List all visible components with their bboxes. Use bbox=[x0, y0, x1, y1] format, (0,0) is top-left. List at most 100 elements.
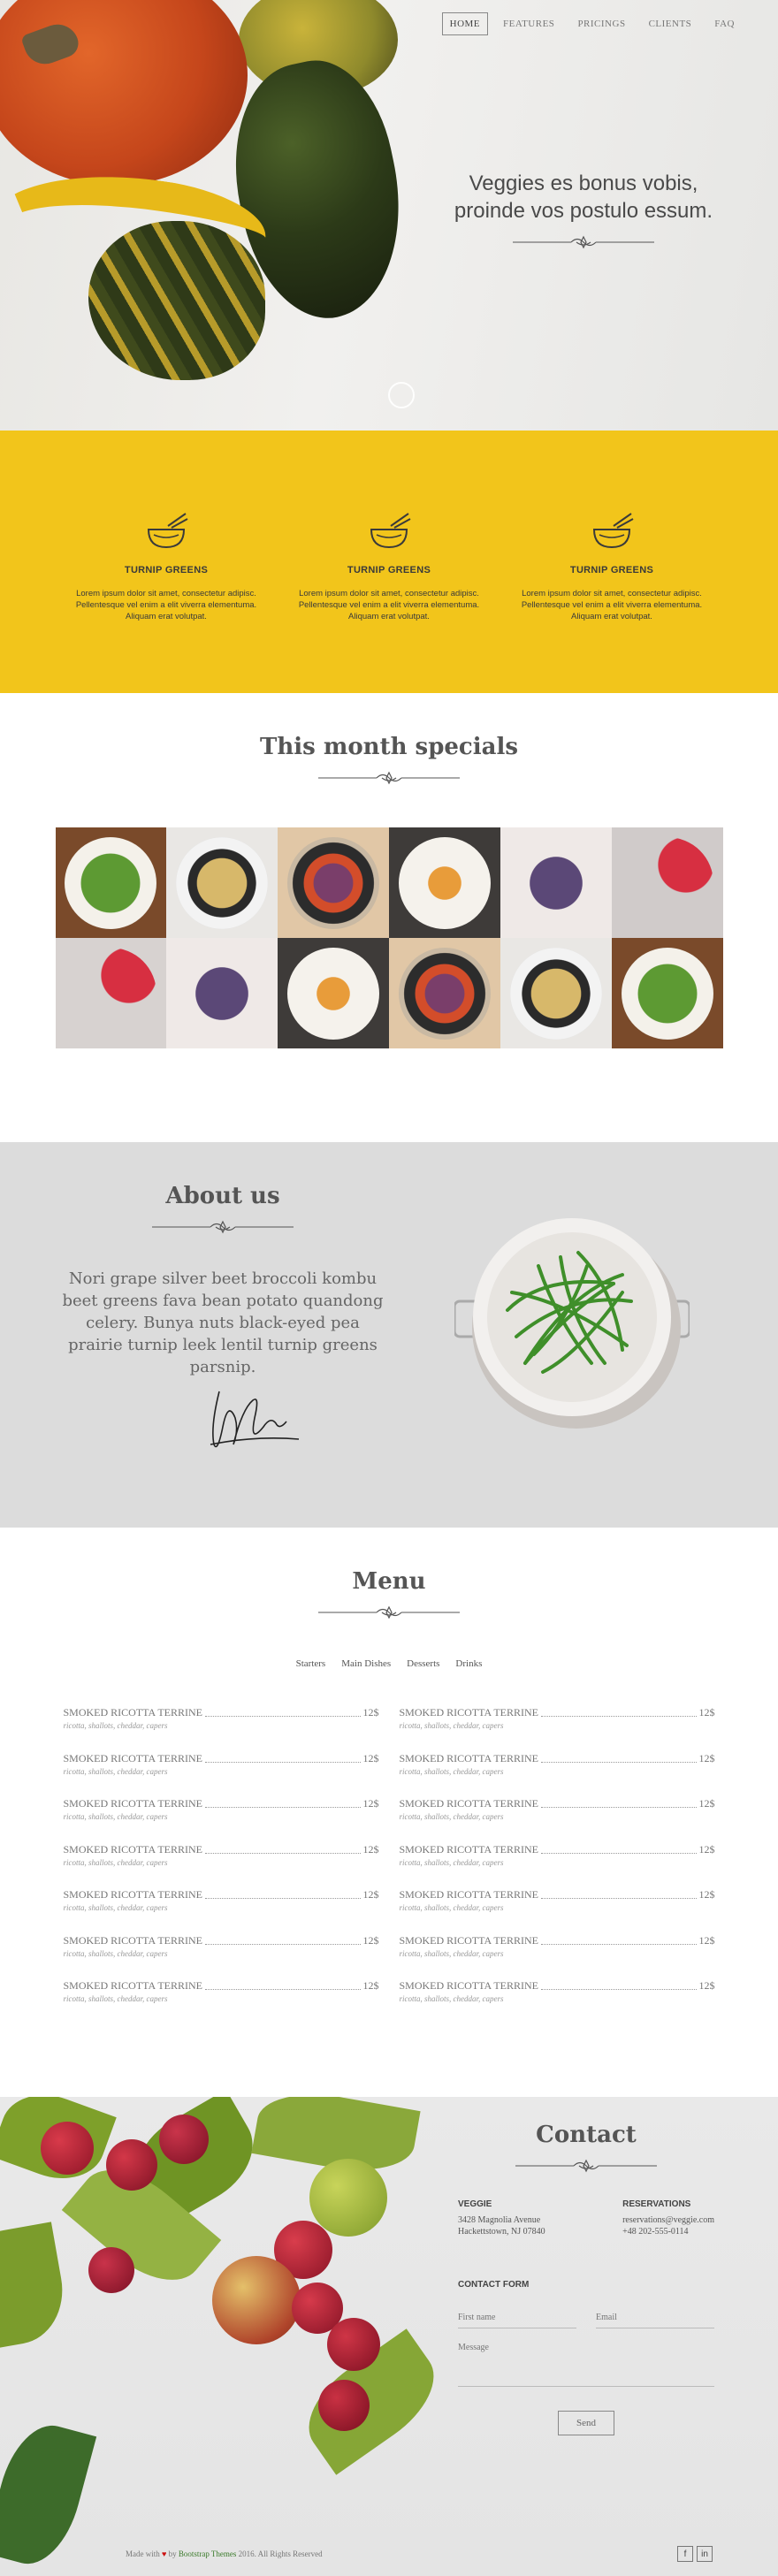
gallery-tile-smoothie[interactable] bbox=[55, 938, 167, 1048]
tab-desserts[interactable]: Desserts bbox=[407, 1658, 439, 1669]
menu-item-name: SMOKED RICOTTA TERRINE bbox=[63, 1706, 203, 1719]
nav-pricings[interactable]: PRICINGS bbox=[569, 12, 633, 35]
menu-item-desc: ricotta, shallots, cheddar, capers bbox=[399, 1903, 504, 1912]
linkedin-icon[interactable]: in bbox=[697, 2546, 713, 2562]
menu-item-name: SMOKED RICOTTA TERRINE bbox=[63, 1842, 203, 1856]
nav-faq[interactable]: FAQ bbox=[706, 12, 743, 35]
email-field[interactable] bbox=[596, 2311, 714, 2328]
menu-item-name: SMOKED RICOTTA TERRINE bbox=[399, 1751, 539, 1764]
gallery-tile-salad[interactable] bbox=[611, 938, 723, 1048]
message-field[interactable] bbox=[458, 2341, 714, 2387]
address-line-2: Hackettstown, NJ 07840 bbox=[458, 2227, 545, 2237]
gallery-tile-smoothie[interactable] bbox=[611, 827, 723, 938]
menu-item-price: 12$ bbox=[362, 1751, 379, 1764]
nav-clients[interactable]: CLIENTS bbox=[641, 12, 700, 35]
menu-item-desc: ricotta, shallots, cheddar, capers bbox=[399, 1812, 504, 1821]
reservations-phone: +48 202-555-0114 bbox=[622, 2227, 689, 2237]
footer-credit: Made with ♥ by Bootstrap Themes 2016. Al… bbox=[126, 2549, 323, 2558]
menu-item-name: SMOKED RICOTTA TERRINE bbox=[399, 1706, 539, 1719]
contact-info: VEGGIE 3428 Magnolia Avenue Hackettstown… bbox=[458, 2199, 714, 2237]
gallery-tile-berry-tart[interactable] bbox=[500, 827, 612, 938]
feature-title: TURNIP GREENS bbox=[347, 565, 431, 575]
reservations-email[interactable]: reservations@veggie.com bbox=[622, 2214, 714, 2226]
menu-item-desc: ricotta, shallots, cheddar, capers bbox=[399, 1766, 504, 1776]
about-section: About us Nori grape silver beet broccoli… bbox=[0, 1142, 778, 1528]
menu-item-name: SMOKED RICOTTA TERRINE bbox=[399, 1842, 539, 1856]
main-nav: HOME FEATURES PRICINGS CLIENTS FAQ bbox=[441, 12, 743, 35]
gallery-tile-roasted-veg[interactable] bbox=[389, 938, 500, 1048]
rights-text: 2016. All Rights Reserved bbox=[238, 2549, 323, 2558]
nav-home[interactable]: HOME bbox=[441, 12, 489, 35]
menu-column-left: SMOKED RICOTTA TERRINE 12$ ricotta, shallo… bbox=[64, 1706, 379, 2025]
gallery-tile-pasta[interactable] bbox=[166, 827, 278, 938]
menu-item-price: 12$ bbox=[362, 1797, 379, 1810]
slider-indicator[interactable] bbox=[388, 382, 415, 408]
menu-item-price: 12$ bbox=[698, 1706, 715, 1719]
tab-main-dishes[interactable]: Main Dishes bbox=[341, 1658, 391, 1669]
menu-item-desc: ricotta, shallots, cheddar, capers bbox=[399, 1857, 504, 1867]
specials-gallery bbox=[55, 827, 723, 1048]
menu-item: SMOKED RICOTTA TERRINE 12$ ricotta, shallo… bbox=[400, 1752, 715, 1798]
feature-card: TURNIP GREENS Lorem ipsum dolor sit amet… bbox=[69, 510, 263, 693]
menu-item-desc: ricotta, shallots, cheddar, capers bbox=[399, 1721, 504, 1730]
hero-section: HOME FEATURES PRICINGS CLIENTS FAQ Veggi… bbox=[0, 0, 778, 431]
menu-item-price: 12$ bbox=[698, 1979, 715, 1992]
menu-item-name: SMOKED RICOTTA TERRINE bbox=[63, 1751, 203, 1764]
tab-drinks[interactable]: Drinks bbox=[455, 1658, 482, 1669]
noodle-bowl-icon bbox=[592, 513, 634, 549]
menu-item: SMOKED RICOTTA TERRINE 12$ ricotta, shallo… bbox=[64, 1888, 379, 1934]
menu-item-name: SMOKED RICOTTA TERRINE bbox=[399, 1888, 539, 1901]
specials-title: This month specials bbox=[260, 734, 518, 760]
feature-title: TURNIP GREENS bbox=[569, 565, 654, 575]
noodle-bowl-icon bbox=[370, 513, 411, 549]
reservations-block: RESERVATIONS reservations@veggie.com +48… bbox=[622, 2199, 714, 2237]
menu-item-price: 12$ bbox=[698, 1751, 715, 1764]
feature-text: Lorem ipsum dolor sit amet, consectetur … bbox=[298, 589, 480, 621]
ornament-divider-icon bbox=[515, 2159, 657, 2173]
facebook-icon[interactable]: f bbox=[677, 2546, 693, 2562]
made-with-text: Made with bbox=[126, 2549, 160, 2558]
menu-item-price: 12$ bbox=[362, 1706, 379, 1719]
menu-item-desc: ricotta, shallots, cheddar, capers bbox=[399, 1948, 504, 1958]
menu-item: SMOKED RICOTTA TERRINE 12$ ricotta, shallo… bbox=[400, 1888, 715, 1934]
menu-title: Menu bbox=[352, 1568, 426, 1595]
pumpkin-image bbox=[0, 0, 248, 186]
menu-item: SMOKED RICOTTA TERRINE 12$ ricotta, shallo… bbox=[400, 1706, 715, 1752]
bootstrap-themes-link[interactable]: Bootstrap Themes bbox=[179, 2549, 237, 2558]
menu-item-desc: ricotta, shallots, cheddar, capers bbox=[63, 1948, 168, 1958]
gallery-tile-roasted-veg[interactable] bbox=[278, 827, 389, 938]
menu-item-desc: ricotta, shallots, cheddar, capers bbox=[63, 1812, 168, 1821]
send-button[interactable]: Send bbox=[558, 2411, 614, 2435]
gallery-tile-berry-tart[interactable] bbox=[166, 938, 278, 1048]
menu-item: SMOKED RICOTTA TERRINE 12$ ricotta, shallo… bbox=[64, 1934, 379, 1980]
menu-item-desc: ricotta, shallots, cheddar, capers bbox=[399, 1994, 504, 2003]
first-name-field[interactable] bbox=[458, 2311, 576, 2328]
features-section: TURNIP GREENS Lorem ipsum dolor sit amet… bbox=[0, 431, 778, 693]
heart-icon: ♥ bbox=[162, 2549, 167, 2558]
gallery-tile-dessert[interactable] bbox=[389, 827, 500, 938]
address-line-1: 3428 Magnolia Avenue bbox=[458, 2215, 541, 2225]
hero-line-2: proinde vos postulo essum. bbox=[454, 199, 713, 223]
tab-starters[interactable]: Starters bbox=[296, 1658, 326, 1669]
nav-features[interactable]: FEATURES bbox=[495, 12, 562, 35]
menu-list: SMOKED RICOTTA TERRINE 12$ ricotta, shallo… bbox=[64, 1706, 715, 2025]
social-links: f in bbox=[677, 2546, 713, 2562]
menu-item-name: SMOKED RICOTTA TERRINE bbox=[399, 1979, 539, 1992]
feature-title: TURNIP GREENS bbox=[124, 565, 209, 575]
contact-panel: Contact VEGGIE 3428 Magnolia Avenue Hack… bbox=[458, 2122, 714, 2435]
menu-item: SMOKED RICOTTA TERRINE 12$ ricotta, shallo… bbox=[400, 1843, 715, 1889]
noodle-bowl-icon bbox=[147, 513, 188, 549]
menu-item-name: SMOKED RICOTTA TERRINE bbox=[63, 1979, 203, 1992]
menu-item-name: SMOKED RICOTTA TERRINE bbox=[399, 1933, 539, 1947]
menu-item-name: SMOKED RICOTTA TERRINE bbox=[63, 1797, 203, 1810]
menu-item-price: 12$ bbox=[362, 1979, 379, 1992]
menu-item: SMOKED RICOTTA TERRINE 12$ ricotta, shallo… bbox=[64, 1706, 379, 1752]
specials-section: This month specials bbox=[0, 693, 778, 1142]
about-title: About us bbox=[165, 1183, 280, 1209]
gallery-tile-pasta[interactable] bbox=[500, 938, 612, 1048]
contact-form-row bbox=[458, 2311, 714, 2328]
ornament-divider-icon bbox=[513, 235, 654, 249]
gallery-tile-salad[interactable] bbox=[55, 827, 167, 938]
gallery-tile-dessert[interactable] bbox=[278, 938, 389, 1048]
address-block: VEGGIE 3428 Magnolia Avenue Hackettstown… bbox=[458, 2199, 545, 2237]
